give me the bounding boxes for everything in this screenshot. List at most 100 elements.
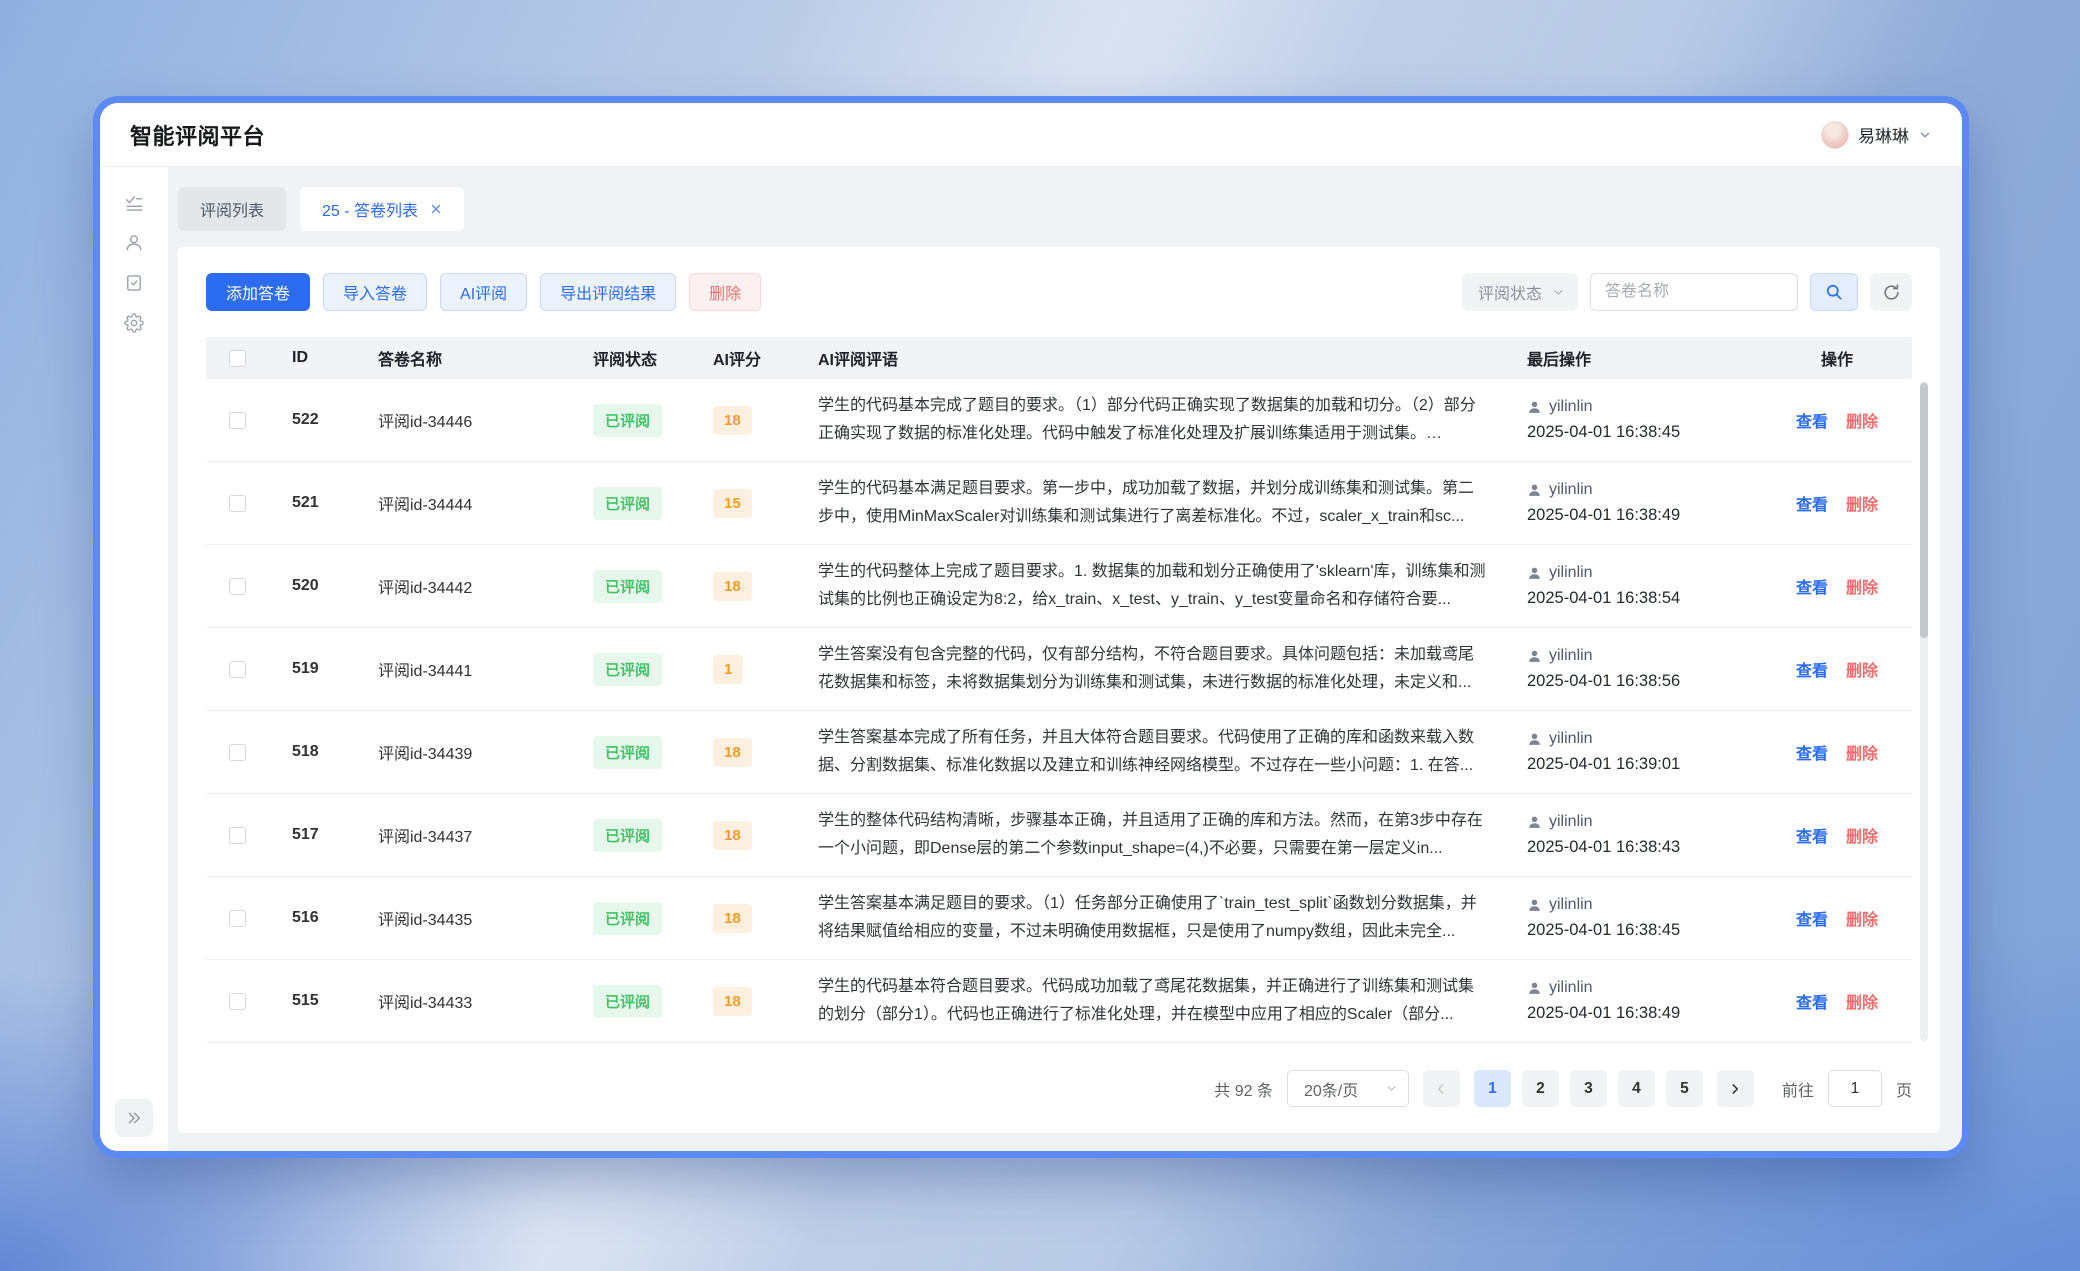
- row-checkbox[interactable]: [229, 412, 246, 429]
- header-score: AI评分: [713, 346, 818, 370]
- table-row: 522 评阅id-34446 已评阅 18 学生的代码基本完成了题目的要求。（1…: [206, 379, 1912, 462]
- row-checkbox[interactable]: [229, 495, 246, 512]
- page-button-3[interactable]: 3: [1570, 1070, 1607, 1107]
- view-link[interactable]: 查看: [1796, 906, 1828, 930]
- row-id: 522: [268, 411, 378, 429]
- tab-label: 25 - 答卷列表: [322, 197, 418, 221]
- row-checkbox[interactable]: [229, 827, 246, 844]
- row-id: 515: [268, 992, 378, 1010]
- row-comment: 学生的代码基本符合题目要求。代码成功加载了鸢尾花数据集，并正确进行了训练集和测试…: [818, 973, 1487, 1029]
- page-button-2[interactable]: 2: [1522, 1070, 1559, 1107]
- delete-link[interactable]: 删除: [1846, 740, 1878, 764]
- table-row: 518 评阅id-34439 已评阅 18 学生答案基本完成了所有任务，并且大体…: [206, 711, 1912, 794]
- app-title: 智能评阅平台: [130, 119, 265, 151]
- view-link[interactable]: 查看: [1796, 574, 1828, 598]
- row-id: 521: [268, 494, 378, 512]
- header-status: 评阅状态: [593, 346, 713, 370]
- row-operator: yilinlin: [1549, 647, 1593, 665]
- sidebar-item-answer-sheets[interactable]: [114, 263, 154, 303]
- tab-close-icon[interactable]: [430, 203, 442, 215]
- ai-review-button[interactable]: AI评阅: [440, 273, 527, 311]
- row-id: 519: [268, 660, 378, 678]
- answer-name-input[interactable]: [1590, 273, 1798, 311]
- document-check-icon: [124, 273, 144, 293]
- review-status-select[interactable]: 评阅状态: [1462, 273, 1578, 311]
- status-badge: 已评阅: [593, 570, 662, 603]
- sidebar-expand-button[interactable]: [115, 1099, 153, 1137]
- row-id: 517: [268, 826, 378, 844]
- prev-page-button[interactable]: [1423, 1070, 1460, 1107]
- row-time: 2025-04-01 16:38:43: [1527, 838, 1680, 857]
- score-badge: 18: [713, 572, 752, 601]
- delete-link[interactable]: 删除: [1846, 491, 1878, 515]
- table-row: 516 评阅id-34435 已评阅 18 学生答案基本满足题目的要求。（1）任…: [206, 877, 1912, 960]
- score-badge: 15: [713, 489, 752, 518]
- table-row: 520 评阅id-34442 已评阅 18 学生的代码整体上完成了题目要求。1.…: [206, 545, 1912, 628]
- tab-answer-list[interactable]: 25 - 答卷列表: [300, 187, 464, 231]
- score-badge: 18: [713, 987, 752, 1016]
- avatar: [1821, 121, 1849, 149]
- app-window: 智能评阅平台 易琳琳: [100, 103, 1962, 1151]
- row-time: 2025-04-01 16:38:45: [1527, 921, 1680, 940]
- score-badge: 18: [713, 821, 752, 850]
- import-answer-button[interactable]: 导入答卷: [323, 273, 427, 311]
- refresh-button[interactable]: [1870, 273, 1912, 311]
- chevron-right-icon: [1728, 1082, 1742, 1096]
- table-row: 519 评阅id-34441 已评阅 1 学生答案没有包含完整的代码，仅有部分结…: [206, 628, 1912, 711]
- add-answer-button[interactable]: 添加答卷: [206, 273, 310, 311]
- next-page-button[interactable]: [1717, 1070, 1754, 1107]
- delete-link[interactable]: 删除: [1846, 408, 1878, 432]
- page-button-4[interactable]: 4: [1618, 1070, 1655, 1107]
- delete-link[interactable]: 删除: [1846, 574, 1878, 598]
- row-operator: yilinlin: [1549, 564, 1593, 582]
- status-badge: 已评阅: [593, 902, 662, 935]
- view-link[interactable]: 查看: [1796, 657, 1828, 681]
- row-checkbox[interactable]: [229, 744, 246, 761]
- row-checkbox[interactable]: [229, 910, 246, 927]
- row-id: 516: [268, 909, 378, 927]
- row-comment: 学生的代码基本满足题目要求。第一步中，成功加载了数据，并划分成训练集和测试集。第…: [818, 475, 1487, 531]
- chevron-left-icon: [1434, 1082, 1448, 1096]
- delete-link[interactable]: 删除: [1846, 989, 1878, 1013]
- delete-link[interactable]: 删除: [1846, 906, 1878, 930]
- delete-link[interactable]: 删除: [1846, 823, 1878, 847]
- export-results-button[interactable]: 导出评阅结果: [540, 273, 676, 311]
- header-name: 答卷名称: [378, 346, 593, 370]
- sidebar-item-review-tasks[interactable]: [114, 183, 154, 223]
- scrollbar-thumb[interactable]: [1920, 383, 1928, 638]
- main-content: 评阅列表 25 - 答卷列表 添加答卷 导入答卷 AI评阅 导出评阅结: [168, 167, 1962, 1151]
- select-all-checkbox[interactable]: [229, 350, 246, 367]
- row-comment: 学生答案基本满足题目的要求。（1）任务部分正确使用了`train_test_sp…: [818, 890, 1487, 946]
- row-comment: 学生的代码整体上完成了题目要求。1. 数据集的加载和划分正确使用了'sklear…: [818, 558, 1487, 614]
- row-operator: yilinlin: [1549, 398, 1593, 416]
- row-operator: yilinlin: [1549, 730, 1593, 748]
- sidebar-item-users[interactable]: [114, 223, 154, 263]
- user-icon: [124, 233, 144, 253]
- view-link[interactable]: 查看: [1796, 823, 1828, 847]
- goto-page-input[interactable]: [1828, 1070, 1882, 1107]
- row-time: 2025-04-01 16:38:49: [1527, 506, 1680, 525]
- sidebar-item-settings[interactable]: [114, 303, 154, 343]
- settings-gear-icon: [124, 313, 144, 333]
- page-button-1[interactable]: 1: [1474, 1070, 1511, 1107]
- page-size-select[interactable]: 20条/页: [1287, 1070, 1409, 1107]
- search-button[interactable]: [1810, 273, 1858, 311]
- view-link[interactable]: 查看: [1796, 740, 1828, 764]
- row-comment: 学生的代码基本完成了题目的要求。（1）部分代码正确实现了数据集的加载和切分。（2…: [818, 392, 1487, 448]
- view-link[interactable]: 查看: [1796, 491, 1828, 515]
- tab-bar: 评阅列表 25 - 答卷列表: [178, 187, 1940, 231]
- row-checkbox[interactable]: [229, 661, 246, 678]
- header-action: 操作: [1762, 346, 1912, 370]
- user-menu[interactable]: 易琳琳: [1821, 121, 1932, 149]
- view-link[interactable]: 查看: [1796, 989, 1828, 1013]
- chevron-down-icon: [1552, 286, 1565, 299]
- view-link[interactable]: 查看: [1796, 408, 1828, 432]
- delete-button[interactable]: 删除: [689, 273, 761, 311]
- page-button-5[interactable]: 5: [1666, 1070, 1703, 1107]
- chevron-down-icon: [1918, 128, 1932, 142]
- row-checkbox[interactable]: [229, 578, 246, 595]
- tab-review-list[interactable]: 评阅列表: [178, 187, 286, 231]
- delete-link[interactable]: 删除: [1846, 657, 1878, 681]
- row-checkbox[interactable]: [229, 993, 246, 1010]
- row-operator: yilinlin: [1549, 979, 1593, 997]
